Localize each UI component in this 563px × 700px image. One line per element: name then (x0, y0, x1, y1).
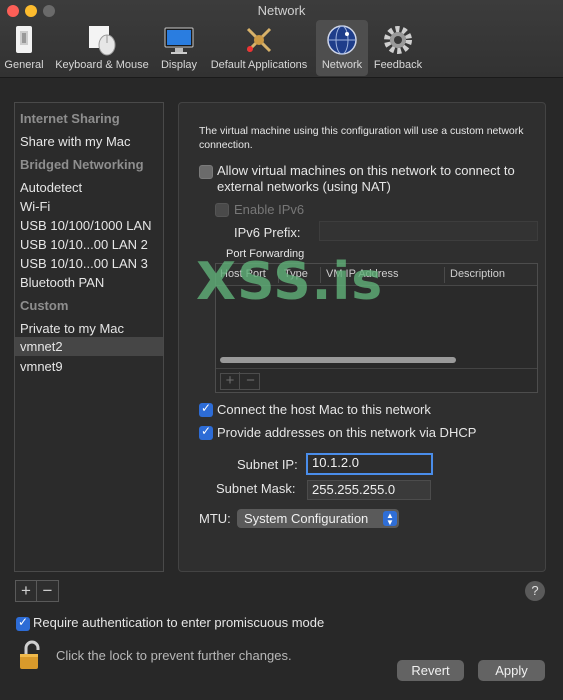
toolbar-general-label: General (4, 59, 44, 71)
remove-network-button[interactable]: − (37, 581, 58, 601)
subnet-mask-label: Subnet Mask: (216, 481, 296, 496)
sidebar-header-custom: Custom (20, 298, 69, 313)
keyboard-mouse-icon (85, 23, 119, 57)
help-button[interactable]: ? (525, 581, 545, 601)
toolbar-display-label: Display (160, 59, 198, 71)
nat-checkbox[interactable] (199, 165, 213, 179)
sidebar-item-autodetect[interactable]: Autodetect (15, 178, 163, 197)
promiscuous-checkbox[interactable] (16, 615, 30, 631)
ipv6-prefix-label: IPv6 Prefix: (234, 225, 301, 240)
connect-host-checkbox[interactable] (199, 401, 213, 417)
toolbar-feedback-label: Feedback (373, 59, 423, 71)
network-globe-icon (325, 23, 359, 57)
subnet-ip-label: Subnet IP: (237, 457, 298, 472)
nat-label: Allow virtual machines on this network t… (217, 163, 515, 194)
toolbar-network[interactable]: Network (316, 20, 368, 76)
watermark: XSS.is (196, 252, 384, 312)
port-forwarding-add-remove: + − (220, 372, 260, 390)
dhcp-checkbox[interactable] (199, 424, 213, 440)
sidebar-header-bridged-networking: Bridged Networking (20, 157, 144, 172)
panel-description: The virtual machine using this configura… (199, 125, 524, 151)
toolbar: Network General Keyboard & Mouse Display… (0, 0, 563, 78)
ipv6-label: Enable IPv6 (234, 202, 305, 217)
add-port-forward-button[interactable]: + (221, 372, 240, 389)
chevron-up-down-icon: ▲ ▼ (383, 511, 397, 527)
subnet-mask-field[interactable]: 255.255.255.0 (307, 480, 431, 500)
general-icon (7, 23, 41, 57)
sidebar-item-vmnet9[interactable]: vmnet9 (15, 357, 163, 376)
sidebar-add-remove: + − (15, 580, 59, 602)
ipv6-checkbox[interactable] (215, 203, 229, 217)
ipv6-prefix-field[interactable] (319, 221, 538, 241)
network-settings-panel: The virtual machine using this configura… (178, 102, 546, 572)
network-list-sidebar: Internet Sharing Share with my Mac Bridg… (14, 102, 164, 572)
toolbar-keyboard-mouse-label: Keyboard & Mouse (55, 59, 149, 71)
sidebar-item-vmnet2[interactable]: vmnet2 (15, 337, 163, 356)
add-network-button[interactable]: + (16, 581, 37, 601)
toolbar-keyboard-mouse[interactable]: Keyboard & Mouse (50, 20, 154, 76)
window-title: Network (257, 3, 306, 18)
dhcp-label: Provide addresses on this network via DH… (217, 425, 477, 440)
sidebar-item-usb-lan-2[interactable]: USB 10/10...00 LAN 2 (15, 235, 163, 254)
remove-port-forward-button[interactable]: − (241, 372, 260, 389)
sidebar-item-bluetooth-pan[interactable]: Bluetooth PAN (15, 273, 163, 292)
gear-icon (381, 23, 415, 57)
default-applications-icon (242, 23, 276, 57)
sidebar-item-wifi[interactable]: Wi-Fi (15, 197, 163, 216)
display-icon (162, 23, 196, 57)
toolbar-network-label: Network (321, 59, 363, 71)
toolbar-default-applications[interactable]: Default Applications (204, 20, 314, 76)
mtu-label: MTU: (199, 511, 231, 526)
revert-button[interactable]: Revert (397, 660, 464, 681)
toolbar-display[interactable]: Display (156, 20, 202, 76)
sidebar-item-share-with-my-mac[interactable]: Share with my Mac (15, 132, 163, 151)
toolbar-feedback[interactable]: Feedback (370, 20, 426, 76)
sidebar-item-usb-lan[interactable]: USB 10/100/1000 LAN (15, 216, 163, 235)
promiscuous-label: Require authentication to enter promiscu… (33, 615, 325, 630)
mtu-select-value: System Configuration (244, 511, 369, 526)
lock-icon[interactable] (18, 640, 44, 670)
sidebar-item-private-to-my-mac[interactable]: Private to my Mac (15, 319, 163, 338)
toolbar-general[interactable]: General (2, 20, 46, 76)
sidebar-item-usb-lan-3[interactable]: USB 10/10...00 LAN 3 (15, 254, 163, 273)
connect-host-label: Connect the host Mac to this network (217, 402, 431, 417)
mtu-select[interactable]: System Configuration ▲ ▼ (237, 509, 399, 528)
subnet-ip-field[interactable]: 10.1.2.0 (306, 453, 433, 475)
sidebar-header-internet-sharing: Internet Sharing (20, 111, 120, 126)
col-description[interactable]: Description (450, 268, 505, 280)
apply-button[interactable]: Apply (478, 660, 545, 681)
horizontal-scrollbar[interactable] (220, 357, 456, 363)
lock-text: Click the lock to prevent further change… (56, 648, 292, 663)
toolbar-default-applications-label: Default Applications (210, 59, 308, 71)
